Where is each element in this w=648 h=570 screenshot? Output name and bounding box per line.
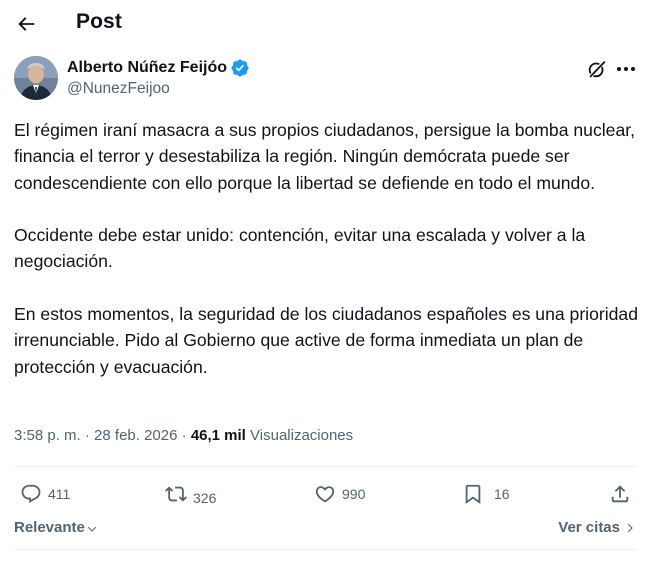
bookmark-count: 16 [494, 486, 510, 502]
post-paragraph: En estos momentos, la seguridad de los c… [14, 304, 638, 377]
post-paragraph: Occidente debe estar unido: contención, … [14, 225, 586, 272]
like-button[interactable]: 990 [314, 478, 365, 510]
author-handle[interactable]: @NunezFeijoo [67, 80, 250, 98]
heart-icon [315, 486, 335, 503]
action-bar: 411 326 990 16 [14, 478, 636, 510]
back-button[interactable] [8, 6, 44, 42]
meta-separator: · [84, 427, 90, 444]
reply-button[interactable]: 411 [20, 478, 70, 510]
bookmark-button[interactable]: 16 [462, 478, 510, 510]
sort-label: Relevante [14, 519, 85, 536]
verified-badge-icon[interactable] [230, 58, 250, 78]
views-label: Visualizaciones [250, 427, 354, 444]
view-quotes-link[interactable]: Ver citas [558, 519, 636, 536]
view-quotes-label: Ver citas [558, 519, 620, 536]
author-names: Alberto Núñez Feijóo @NunezFeijoo [67, 58, 250, 98]
repost-count: 326 [193, 490, 217, 506]
repost-button[interactable]: 326 [165, 478, 216, 510]
author-display-name[interactable]: Alberto Núñez Feijóo [67, 59, 227, 77]
top-bar: Post [0, 0, 648, 48]
divider [14, 466, 636, 467]
share-icon [611, 485, 629, 503]
replies-header: Relevante Ver citas [14, 516, 636, 540]
avatar[interactable] [14, 56, 58, 100]
more-options-icon[interactable] [614, 58, 638, 80]
bookmark-icon [465, 484, 481, 505]
chevron-right-icon [627, 523, 633, 532]
post-date[interactable]: 28 feb. 2026 [94, 427, 177, 444]
reply-count: 411 [48, 486, 71, 502]
repost-icon [165, 486, 187, 502]
post-time[interactable]: 3:58 p. m. [14, 427, 81, 444]
divider [14, 549, 636, 550]
reply-icon [21, 484, 41, 503]
arrow-left-icon [18, 17, 35, 31]
share-button[interactable] [609, 478, 631, 510]
post-author: Alberto Núñez Feijóo @NunezFeijoo [14, 56, 638, 102]
views-count: 46,1 mil [190, 427, 246, 444]
sort-dropdown[interactable]: Relevante [14, 519, 98, 536]
meta-separator: · [181, 427, 187, 444]
grok-icon[interactable] [586, 58, 608, 80]
chevron-down-icon [87, 526, 97, 532]
post-paragraph: El régimen iraní masacra a sus propios c… [14, 120, 636, 193]
post-meta: 3:58 p. m. · 28 feb. 2026 · 46,1 mil Vis… [14, 427, 353, 444]
page-title: Post [76, 10, 122, 33]
like-count: 990 [342, 486, 366, 502]
post-text: El régimen iraní masacra a sus propios c… [14, 117, 639, 380]
